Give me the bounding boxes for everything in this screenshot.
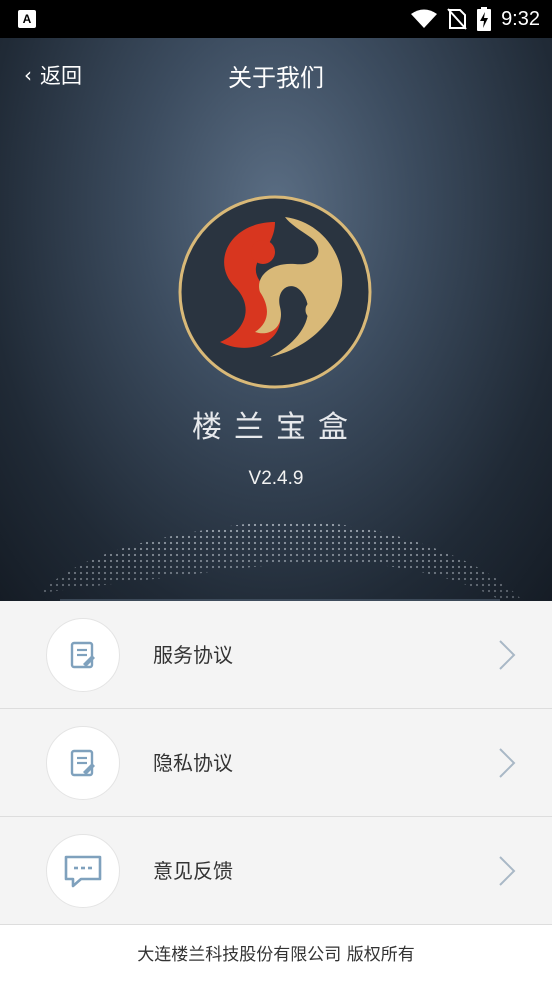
- page-title: 关于我们: [228, 64, 324, 92]
- clock: 9:32: [501, 7, 540, 30]
- no-sim-icon: [447, 8, 467, 30]
- menu-item-feedback[interactable]: 意见反馈: [0, 817, 552, 925]
- document-edit-icon: [46, 726, 120, 800]
- wifi-icon: [411, 9, 438, 28]
- document-edit-icon: [46, 618, 120, 692]
- menu-item-label: 意见反馈: [153, 859, 233, 883]
- chevron-left-icon: ‹: [24, 63, 32, 87]
- back-button[interactable]: ‹ 返回: [24, 60, 82, 90]
- notification-app-icon: A: [18, 10, 36, 28]
- chevron-right-icon: [499, 856, 516, 886]
- menu-item-privacy-policy[interactable]: 隐私协议: [0, 709, 552, 817]
- copyright-footer: 大连楼兰科技股份有限公司 版权所有: [0, 928, 552, 983]
- chevron-right-icon: [499, 748, 516, 778]
- feedback-chat-icon: [46, 834, 120, 908]
- status-bar: A 9:32: [0, 0, 552, 38]
- back-label: 返回: [40, 64, 82, 88]
- menu-item-label: 隐私协议: [153, 751, 233, 775]
- menu-item-label: 服务协议: [153, 643, 233, 667]
- status-icons: 9:32: [411, 0, 540, 38]
- app-version: V2.4.9: [248, 468, 304, 489]
- menu-item-service-agreement[interactable]: 服务协议: [0, 601, 552, 709]
- app-logo: [178, 195, 372, 389]
- battery-charging-icon: [477, 7, 492, 31]
- app-name: 楼兰宝盒: [192, 410, 360, 445]
- about-menu-list: 服务协议 隐私协议 意见反馈: [0, 601, 552, 925]
- chevron-right-icon: [499, 640, 516, 670]
- about-hero: ‹ 返回 关于我们 楼兰宝盒 V2.4.9: [0, 38, 552, 601]
